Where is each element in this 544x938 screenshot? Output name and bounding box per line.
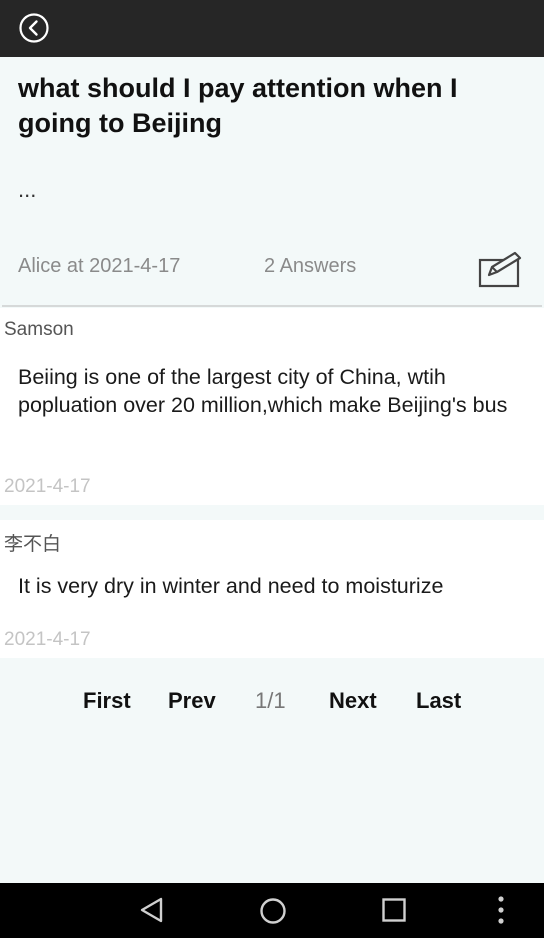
answer-text: Beiing is one of the largest city of Chi… — [18, 365, 508, 417]
edit-icon[interactable] — [478, 251, 524, 291]
prev-page-button[interactable]: Prev — [168, 688, 216, 714]
question-card: what should I pay attention when I going… — [0, 57, 544, 305]
first-page-button[interactable]: First — [83, 688, 131, 714]
last-page-button[interactable]: Last — [416, 688, 461, 714]
answer-date: 2021-4-17 — [4, 476, 91, 497]
answers-count: 2 Answers — [264, 255, 357, 277]
answer-date: 2021-4-17 — [4, 629, 91, 650]
next-page-button[interactable]: Next — [329, 688, 377, 714]
nav-back-icon[interactable] — [138, 896, 166, 924]
question-body: ... — [18, 177, 37, 202]
answer-user: Samson — [4, 319, 74, 340]
page-indicator: 1/1 — [255, 688, 286, 713]
back-icon[interactable] — [19, 13, 49, 43]
top-app-bar — [0, 0, 544, 57]
system-nav-bar — [0, 883, 544, 938]
answer-text: It is very dry in winter and need to moi… — [18, 574, 444, 598]
answer-item: Samson Beiing is one of the largest city… — [0, 308, 544, 505]
pagination: First Prev 1/1 Next Last — [0, 688, 544, 718]
nav-recents-icon[interactable] — [381, 897, 407, 923]
answer-item: 李不白 It is very dry in winter and need to… — [0, 520, 544, 658]
nav-home-icon[interactable] — [258, 896, 288, 926]
answer-user: 李不白 — [4, 534, 62, 555]
question-author-date: Alice at 2021-4-17 — [18, 255, 181, 277]
nav-menu-icon[interactable] — [496, 895, 506, 925]
question-title: what should I pay attention when I going… — [18, 73, 458, 138]
divider — [2, 305, 542, 307]
